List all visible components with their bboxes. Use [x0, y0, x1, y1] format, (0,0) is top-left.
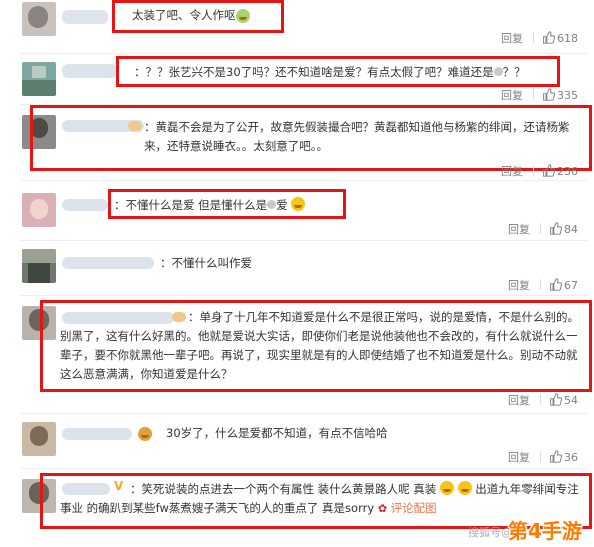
comment-1: 太装了吧、令人作呕 回复 618: [0, 0, 594, 55]
reply-link[interactable]: 回复: [508, 279, 530, 293]
comment-2: ：？？张艺兴不是30了吗？还不知道啥是爱？有点太假了吧？难道还是？？ 回复 335: [0, 56, 594, 106]
comment-actions: 回复 84: [508, 222, 578, 236]
comment-actions: 回复 335: [501, 88, 578, 102]
highlight-box: [30, 105, 592, 171]
thumbs-up-icon[interactable]: [549, 222, 563, 235]
reply-link[interactable]: 回复: [501, 32, 523, 46]
comment-7: 30岁了，什么是爱都不知道，有点不信哈哈 回复 36: [0, 414, 594, 468]
username[interactable]: [62, 257, 154, 269]
reply-link[interactable]: 回复: [508, 223, 530, 237]
like-count: 67: [564, 279, 578, 292]
comment-5: ：不懂什么叫作爱 回复 67: [0, 241, 594, 296]
like-count: 54: [564, 394, 578, 407]
avatar[interactable]: [22, 422, 56, 456]
comment-text: ：不懂什么叫作爱: [160, 256, 252, 270]
username[interactable]: [62, 64, 118, 78]
reply-link[interactable]: 回复: [508, 394, 530, 408]
username[interactable]: [62, 10, 108, 24]
reply-link[interactable]: 回复: [501, 89, 523, 103]
user-badge-icon: [138, 427, 152, 441]
username[interactable]: [62, 199, 108, 211]
highlight-box: [40, 300, 592, 392]
comment-actions: 回复 67: [508, 278, 578, 292]
comment-6: ：单身了十几年不知道爱是什么不是很正常吗，说的是爱情，不是什么别的。别黑了，这有…: [0, 296, 594, 412]
thumbs-up-icon[interactable]: [549, 450, 563, 463]
thumbs-up-icon[interactable]: [549, 278, 563, 291]
comment-text: 30岁了，什么是爱都不知道，有点不信哈哈: [166, 426, 388, 440]
highlight-box: [116, 56, 560, 87]
avatar[interactable]: [22, 249, 56, 283]
thumbs-up-icon[interactable]: [542, 164, 556, 177]
comment-actions: 回复 618: [501, 31, 578, 45]
highlight-box: [108, 189, 346, 219]
like-count: 618: [557, 32, 578, 45]
reply-link[interactable]: 回复: [508, 451, 530, 465]
brand-watermark: 第4手游: [508, 519, 582, 543]
thumbs-up-icon[interactable]: [549, 393, 563, 406]
comment-3: ：黄磊不会是为了公开，故意先假装撮合吧？黄磊都知道他与杨紫的绯闻，还请杨紫来，还…: [0, 105, 594, 181]
like-count: 335: [557, 89, 578, 102]
reply-link[interactable]: 回复: [501, 165, 523, 179]
like-count: 236: [557, 165, 578, 178]
divider: [20, 53, 588, 54]
thumbs-up-icon[interactable]: [542, 88, 556, 101]
avatar[interactable]: [22, 2, 56, 36]
comment-actions: 回复 36: [508, 450, 578, 464]
highlight-box: [112, 0, 284, 33]
thumbs-up-icon[interactable]: [542, 31, 556, 44]
avatar[interactable]: [22, 62, 56, 96]
like-count: 36: [564, 451, 578, 464]
like-count: 84: [564, 223, 578, 236]
comment-actions: 回复 54: [508, 393, 578, 407]
username[interactable]: [62, 428, 132, 440]
comment-4: ：不懂什么是爱 但是懂什么是爱 回复 84: [0, 181, 594, 241]
comment-actions: 回复 236: [501, 164, 578, 178]
source-watermark: 搜狐号@: [468, 526, 512, 539]
avatar[interactable]: [22, 193, 56, 227]
